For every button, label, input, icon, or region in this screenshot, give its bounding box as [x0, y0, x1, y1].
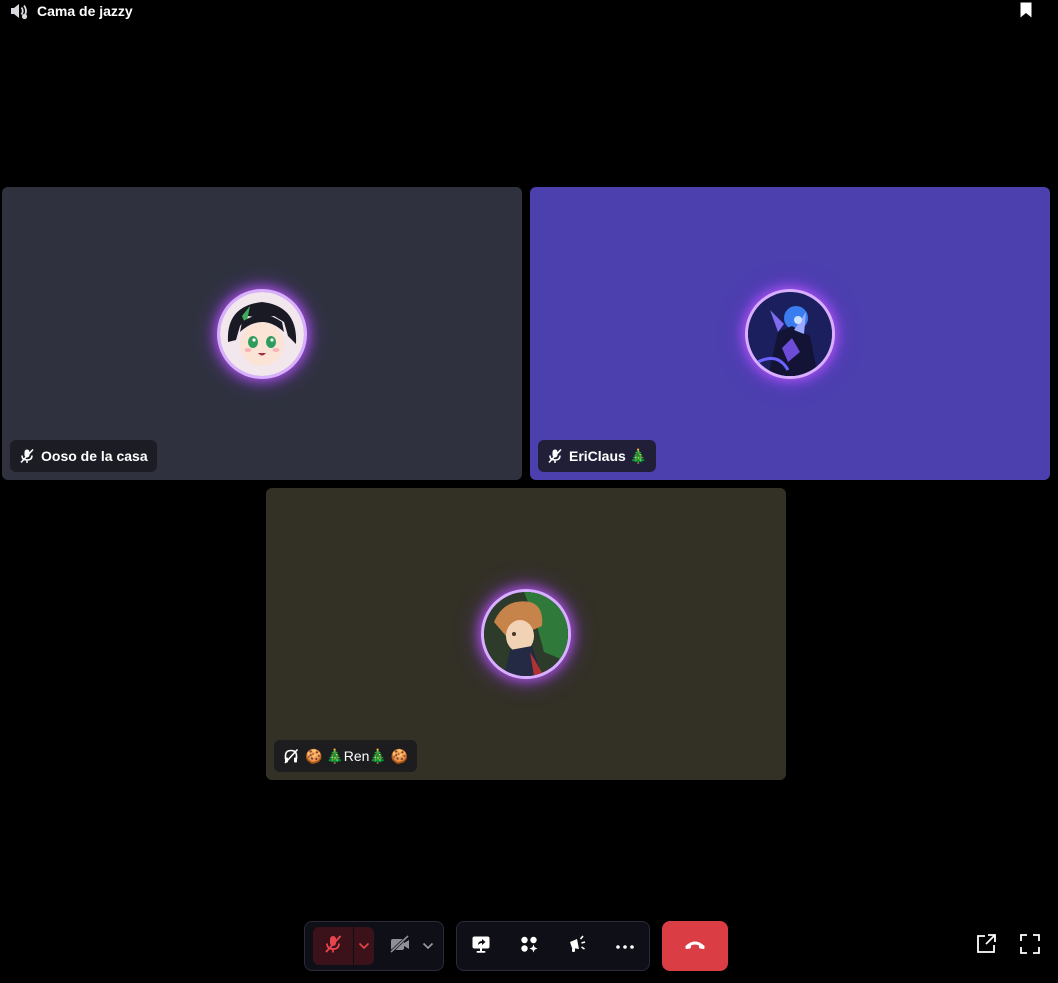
- deafened-icon: [283, 748, 299, 764]
- fullscreen-button[interactable]: [1018, 933, 1042, 960]
- popout-button[interactable]: [974, 933, 998, 960]
- soundboard-button[interactable]: [557, 927, 597, 965]
- fullscreen-icon: [1019, 933, 1041, 960]
- voice-call-view: Cama de jazzy Ooso de la casa EriClaus 🎄…: [0, 0, 1058, 983]
- bookmark-button[interactable]: [1017, 2, 1035, 22]
- more-icon: [615, 937, 635, 955]
- participant-nameplate: Ooso de la casa: [10, 440, 157, 472]
- participant-tile[interactable]: Ooso de la casa: [2, 187, 522, 480]
- speaker-stage-icon: [9, 2, 29, 20]
- call-header: Cama de jazzy: [0, 0, 1058, 24]
- activity-controls: [456, 921, 650, 971]
- camera-toggle-button[interactable]: [385, 927, 415, 965]
- avatar: [484, 592, 568, 676]
- mute-toggle-button[interactable]: [313, 927, 353, 965]
- chevron-down-icon: [422, 937, 434, 955]
- camera-options-button[interactable]: [419, 927, 437, 965]
- activities-button[interactable]: [509, 927, 549, 965]
- participant-name: 🍪 🎄Ren🎄 🍪: [305, 747, 409, 764]
- activities-icon: [519, 934, 539, 959]
- phone-hangup-icon: [684, 937, 706, 955]
- bookmark-icon: [1019, 1, 1033, 24]
- participant-tile[interactable]: EriClaus 🎄: [530, 187, 1050, 480]
- participant-nameplate: EriClaus 🎄: [538, 440, 657, 472]
- mic-muted-icon: [323, 934, 343, 959]
- screen-share-icon: [471, 934, 491, 959]
- camera-off-icon: [389, 934, 411, 958]
- avatar: [748, 291, 832, 376]
- chevron-down-icon: [358, 937, 370, 955]
- more-options-button[interactable]: [605, 927, 645, 965]
- participant-name: EriClaus 🎄: [569, 447, 648, 464]
- disconnect-button[interactable]: [662, 921, 728, 971]
- avatar: [220, 291, 304, 376]
- screen-share-button[interactable]: [461, 927, 501, 965]
- participant-name: Ooso de la casa: [41, 448, 148, 464]
- participant-nameplate: 🍪 🎄Ren🎄 🍪: [274, 740, 418, 772]
- audio-video-controls: [304, 921, 444, 971]
- participant-tile[interactable]: 🍪 🎄Ren🎄 🍪: [266, 488, 786, 780]
- mic-muted-icon: [19, 448, 35, 464]
- popout-icon: [975, 933, 997, 960]
- mic-muted-icon: [547, 448, 563, 464]
- mic-options-button[interactable]: [354, 927, 374, 965]
- soundboard-icon: [567, 934, 587, 959]
- channel-title: Cama de jazzy: [37, 3, 133, 19]
